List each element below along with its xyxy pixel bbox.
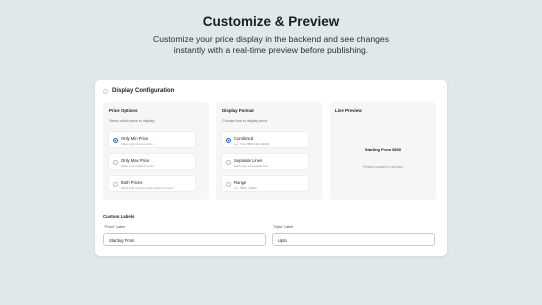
- option-separate-lines[interactable]: Separate Lines Each price on separate li…: [221, 153, 309, 170]
- radio-selected-icon[interactable]: [226, 138, 231, 143]
- option-label: Only Min Price: [121, 136, 149, 141]
- option-label: Only Max Price: [121, 158, 150, 163]
- option-label: Combined: [234, 136, 254, 141]
- radio-icon[interactable]: [226, 160, 231, 165]
- option-combined[interactable]: Combined e.g., From $500 Upto $1000: [221, 131, 309, 148]
- live-preview-title: Live Preview: [335, 108, 362, 113]
- upto-label-input[interactable]: Upto: [272, 233, 435, 246]
- option-hint: e.g., From $500 Upto $1000: [234, 142, 269, 146]
- preview-price-text: Starting From $500: [364, 147, 402, 152]
- option-only-min-price[interactable]: Only Min Price Show only minimum price: [108, 131, 196, 148]
- hero-subtitle: Customize your price display in the back…: [0, 34, 542, 55]
- option-hint: e.g., $500 - $1000: [234, 186, 257, 190]
- radio-selected-icon[interactable]: [113, 138, 118, 143]
- option-hint: Show only minimum price: [121, 142, 153, 146]
- option-label: Both Prices: [121, 180, 143, 185]
- hero-subtitle-line-1: Customize your price display in the back…: [153, 34, 389, 44]
- custom-labels-title: Custom Labels: [103, 214, 135, 219]
- display-format-title: Display Format: [222, 108, 254, 113]
- card-title: Display Configuration: [112, 88, 175, 94]
- card-header: Display Configuration: [103, 88, 174, 94]
- price-options-panel: Price Options Select which price to disp…: [103, 102, 209, 200]
- option-range[interactable]: Range e.g., $500 - $1000: [221, 175, 309, 192]
- option-hint: Show both minimum and maximum prices: [121, 186, 173, 190]
- upto-label-caption: "Upto" Label: [273, 225, 293, 229]
- radio-icon[interactable]: [113, 182, 118, 187]
- option-both-prices[interactable]: Both Prices Show both minimum and maximu…: [108, 175, 196, 192]
- settings-icon: [103, 88, 108, 94]
- display-configuration-card: Display Configuration Price Options Sele…: [95, 80, 447, 256]
- preview-note: Preview updates in real-time: [362, 165, 404, 169]
- radio-icon[interactable]: [226, 182, 231, 187]
- from-label-caption: "From" Label: [104, 225, 125, 229]
- live-preview-panel: Live Preview Starting From $500 Preview …: [330, 102, 436, 200]
- display-format-panel: Display Format Choose how to display pri…: [216, 102, 322, 200]
- option-hint: Each price on separate line: [234, 164, 268, 168]
- option-only-max-price[interactable]: Only Max Price Show only maximum price: [108, 153, 196, 170]
- option-label: Separate Lines: [234, 158, 263, 163]
- hero-title: Customize & Preview: [202, 14, 340, 29]
- display-format-description: Choose how to display price:: [222, 119, 268, 123]
- option-label: Range: [234, 180, 247, 185]
- from-label-input[interactable]: Starting From: [103, 233, 266, 246]
- hero-subtitle-line-2: instantly with a real-time preview befor…: [173, 44, 369, 55]
- radio-icon[interactable]: [113, 160, 118, 165]
- price-options-title: Price Options: [109, 108, 138, 113]
- price-options-description: Select which price to display:: [109, 119, 156, 123]
- option-hint: Show only maximum price: [121, 164, 154, 168]
